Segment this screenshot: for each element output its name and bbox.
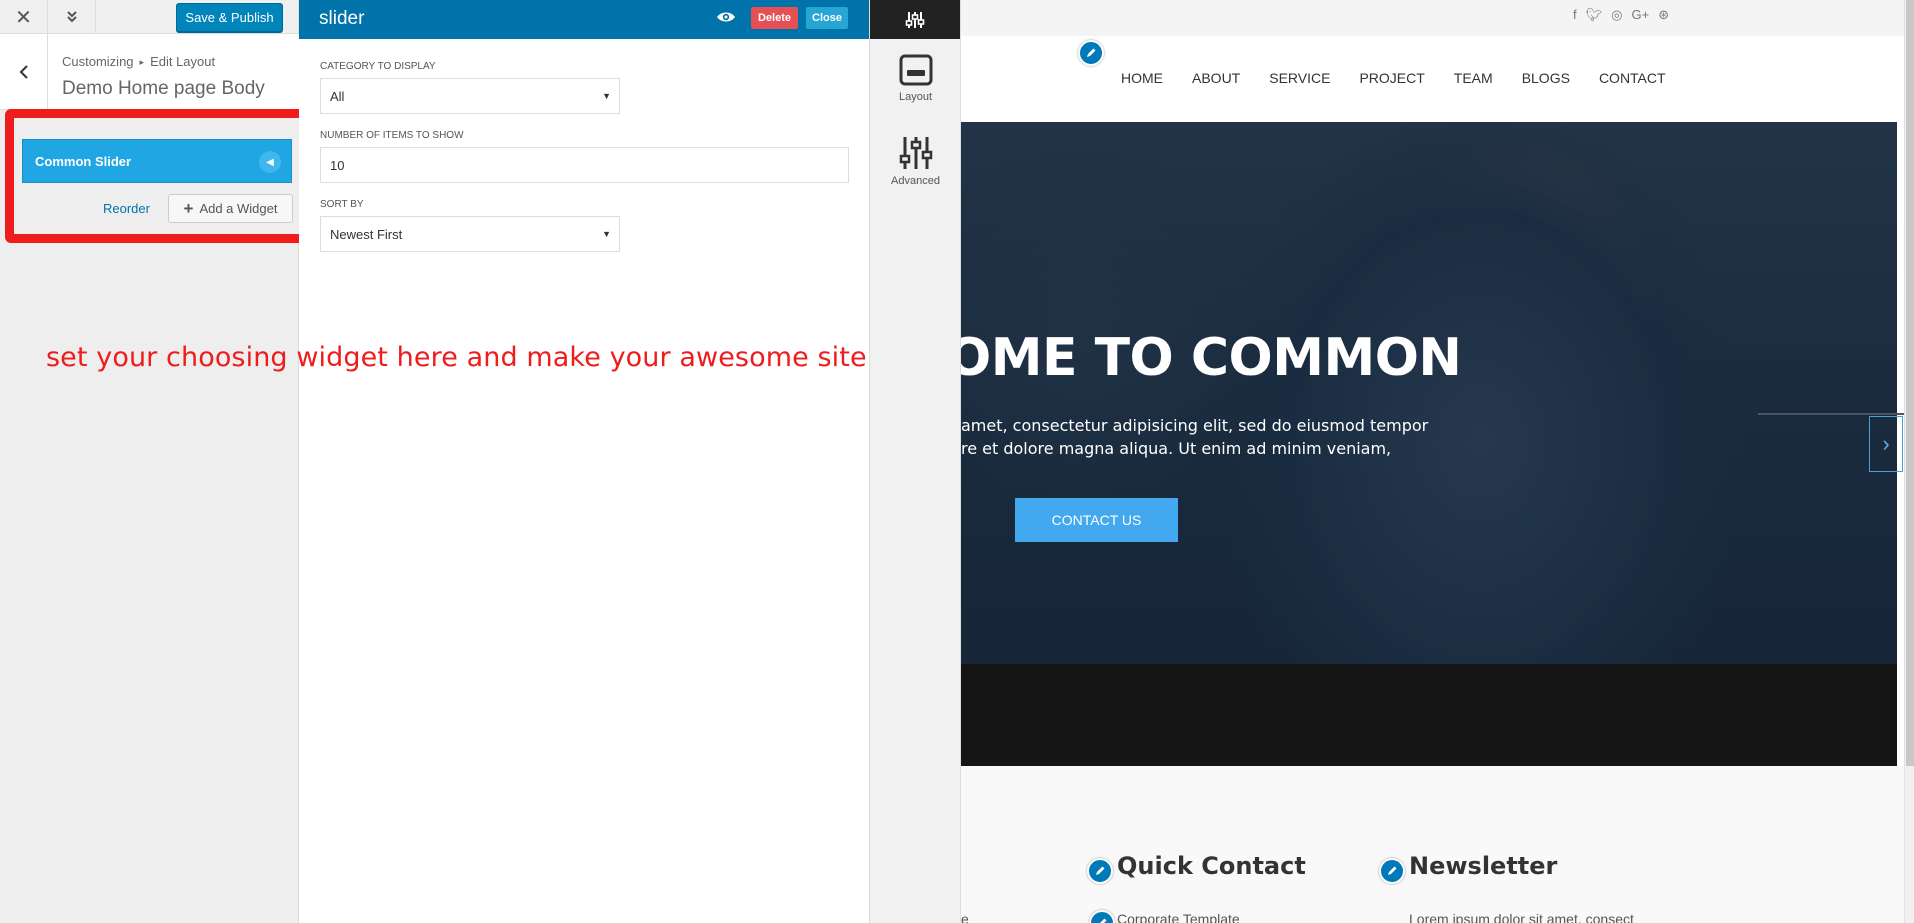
advanced-option[interactable]: Advanced xyxy=(870,136,961,187)
contact-us-button[interactable]: CONTACT US xyxy=(1015,498,1178,542)
advanced-sliders-icon xyxy=(899,137,932,169)
layout-option[interactable]: Layout xyxy=(870,54,961,103)
chevron-left-icon xyxy=(19,65,28,79)
edit-pencil-icon[interactable] xyxy=(1078,40,1104,66)
add-widget-button[interactable]: + Add a Widget xyxy=(168,194,293,223)
nav-item-team[interactable]: TEAM xyxy=(1454,70,1493,86)
add-widget-label: Add a Widget xyxy=(199,201,278,216)
instagram-icon[interactable]: ◎ xyxy=(1611,7,1622,23)
footer-text: e xyxy=(961,911,969,923)
breadcrumb: Customizing ▸ Edit Layout xyxy=(62,54,215,69)
annotation-text: set your choosing widget here and make y… xyxy=(46,342,867,373)
sort-select[interactable]: Newest First ▼ xyxy=(320,216,620,252)
section-title: Demo Home page Body xyxy=(62,78,265,99)
footer-text: Lorem ipsum dolor sit amet, consect xyxy=(1409,911,1634,923)
dark-band xyxy=(961,664,1897,766)
reorder-link[interactable]: Reorder xyxy=(103,201,150,216)
edit-pencil-icon[interactable] xyxy=(1087,858,1113,884)
dropdown-caret-icon: ▼ xyxy=(602,91,611,101)
plus-icon: + xyxy=(183,198,194,218)
newsletter-heading: Newsletter xyxy=(1409,852,1558,880)
hero-text: amet, consectetur adipisicing elit, sed … xyxy=(961,416,1429,435)
site-navbar: HOME ABOUT SERVICE PROJECT TEAM BLOGS CO… xyxy=(961,36,1914,122)
category-value: All xyxy=(330,88,345,104)
nav-item-service[interactable]: SERVICE xyxy=(1269,70,1330,86)
category-select[interactable]: All ▼ xyxy=(320,78,620,114)
layout-icon xyxy=(899,54,932,86)
widget-common-slider[interactable]: Common Slider ◀ xyxy=(22,139,292,183)
scrollbar-thumb[interactable] xyxy=(1906,0,1914,766)
hero-overlay xyxy=(961,122,1897,664)
dropdown-caret-icon: ▼ xyxy=(602,229,611,239)
footer-area: Quick Contact Newsletter Corporate Templ… xyxy=(961,766,1914,923)
facebook-icon[interactable]: f xyxy=(1573,7,1577,23)
hero-title: OME TO COMMON xyxy=(961,328,1462,388)
nav-menu: HOME ABOUT SERVICE PROJECT TEAM BLOGS CO… xyxy=(1121,70,1695,86)
breadcrumb-separator-icon: ▸ xyxy=(139,57,145,68)
breadcrumb-item: Edit Layout xyxy=(150,54,216,69)
preview-scrollbar[interactable] xyxy=(1904,0,1914,923)
settings-sliders-icon[interactable] xyxy=(870,0,960,39)
site-preview: f 🐦︎ ◎ G+ ⊛ HOME ABOUT SERVICE PROJECT T… xyxy=(961,0,1914,923)
nav-item-blogs[interactable]: BLOGS xyxy=(1522,70,1570,86)
customizer-header: ✕ Save & Publish xyxy=(0,0,298,34)
eye-icon[interactable] xyxy=(716,10,736,29)
highlight-box: Common Slider ◀ Reorder + Add a Widget xyxy=(5,109,310,243)
panel-options-column: Layout Advanced xyxy=(870,0,961,923)
close-icon[interactable]: ✕ xyxy=(0,0,48,34)
dribbble-icon[interactable]: ⊛ xyxy=(1658,7,1669,23)
advanced-label: Advanced xyxy=(891,175,940,187)
preview-topbar: f 🐦︎ ◎ G+ ⊛ xyxy=(961,0,1914,36)
edit-pencil-icon[interactable] xyxy=(1379,858,1405,884)
hero-slider: OME TO COMMON amet, consectetur adipisic… xyxy=(961,122,1897,664)
nav-item-project[interactable]: PROJECT xyxy=(1359,70,1424,86)
twitter-icon[interactable]: 🐦︎ xyxy=(1586,7,1603,23)
panel-title: slider xyxy=(319,8,365,29)
nav-item-contact[interactable]: CONTACT xyxy=(1599,70,1666,86)
edit-pencil-icon[interactable] xyxy=(1089,910,1115,923)
quick-contact-heading: Quick Contact xyxy=(1117,852,1306,880)
collapse-arrow-icon[interactable]: ◀ xyxy=(259,151,281,173)
customizer-sidebar: ✕ Save & Publish Customizing ▸ Edit Layout… xyxy=(0,0,310,923)
google-plus-icon[interactable]: G+ xyxy=(1631,7,1649,23)
delete-button[interactable]: Delete xyxy=(751,7,798,29)
nav-item-home[interactable]: HOME xyxy=(1121,70,1163,86)
sort-value: Newest First xyxy=(330,226,403,242)
widget-settings-panel: slider Delete Close CATEGORY TO DISPLAY … xyxy=(299,0,870,923)
collapse-icon[interactable] xyxy=(48,0,96,34)
close-button[interactable]: Close xyxy=(806,7,848,29)
panel-header: slider Delete Close xyxy=(299,0,869,39)
breadcrumb-item: Customizing xyxy=(62,54,134,69)
save-publish-button[interactable]: Save & Publish xyxy=(176,3,283,32)
category-label: CATEGORY TO DISPLAY xyxy=(320,61,436,72)
sort-label: SORT BY xyxy=(320,199,364,210)
layout-label: Layout xyxy=(898,91,933,103)
back-button[interactable] xyxy=(0,34,48,110)
breadcrumb-area: Customizing ▸ Edit Layout Demo Home page B… xyxy=(0,34,299,110)
hero-text: re et dolore magna aliqua. Ut enim ad mi… xyxy=(961,439,1392,458)
items-count-input[interactable] xyxy=(320,147,849,183)
nav-item-about[interactable]: ABOUT xyxy=(1192,70,1240,86)
widget-title: Common Slider xyxy=(35,153,132,169)
social-links: f 🐦︎ ◎ G+ ⊛ xyxy=(1573,7,1669,23)
slider-divider xyxy=(1758,413,1914,415)
footer-text: Corporate Template xyxy=(1117,911,1240,923)
items-label: NUMBER OF ITEMS TO SHOW xyxy=(320,130,464,141)
chevron-right-icon[interactable]: › xyxy=(1869,416,1903,472)
